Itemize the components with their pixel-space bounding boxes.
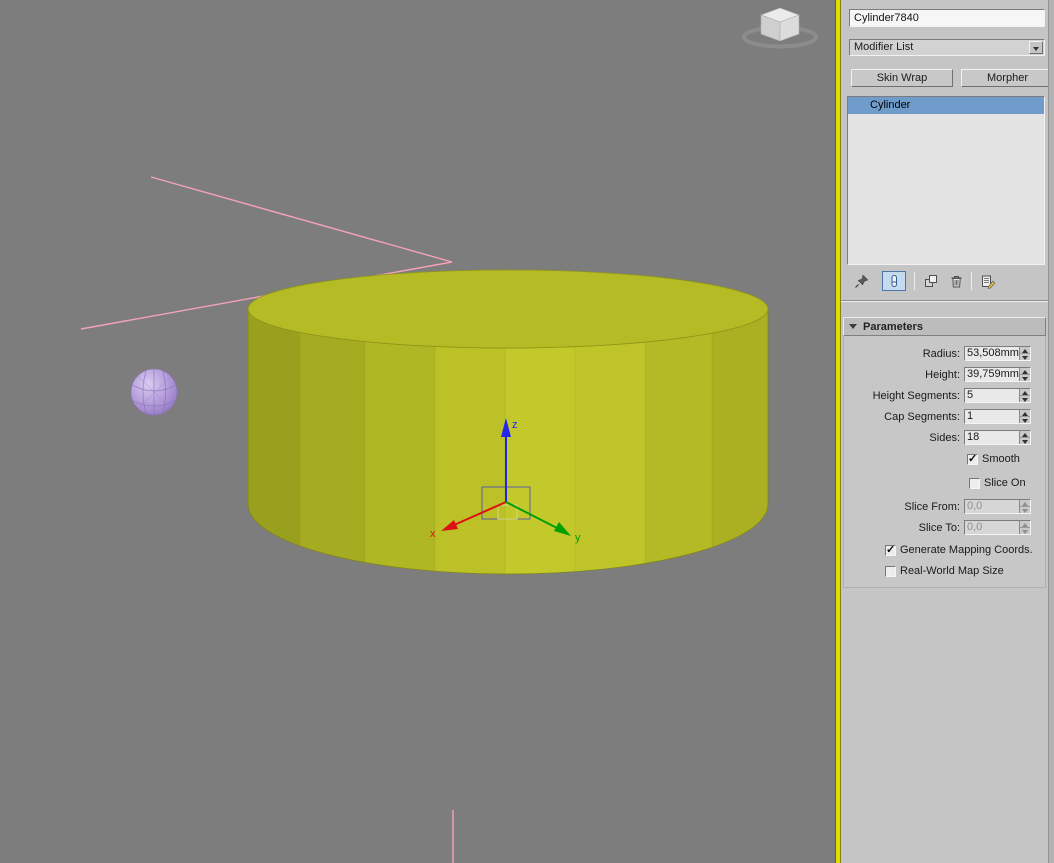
cap-segments-field[interactable]: 1 [964, 409, 1031, 424]
height-value[interactable]: 39,759mm [965, 368, 1019, 381]
slice-from-value: 0,0 [967, 500, 983, 512]
radius-value[interactable]: 53,508mm [965, 347, 1019, 360]
pin-stack-icon[interactable] [851, 271, 873, 291]
cylinder-side[interactable] [247, 308, 769, 575]
slice-on-checkbox[interactable] [969, 477, 980, 489]
slice-to-spinner [1019, 521, 1030, 534]
slice-on-label: Slice On [984, 477, 1026, 489]
param-row-slice-to: Slice To: 0,0 [843, 519, 1046, 536]
generate-mapping-row: Generate Mapping Coords. [885, 543, 1033, 556]
param-row-sides: Sides: 18 [843, 429, 1046, 446]
param-row-height-segments: Height Segments: 5 [843, 387, 1046, 404]
modifier-stack-list[interactable]: Cylinder [847, 96, 1045, 265]
generate-mapping-label: Generate Mapping Coords. [900, 544, 1033, 556]
panel-scrollbar[interactable] [1048, 0, 1054, 863]
real-world-checkbox[interactable] [885, 565, 896, 577]
application-window: z x y Modifier List [0, 0, 1054, 863]
smooth-label: Smooth [982, 453, 1020, 465]
smooth-checkbox[interactable] [967, 452, 978, 465]
height-field[interactable]: 39,759mm [964, 367, 1031, 382]
remove-modifier-icon[interactable] [945, 271, 967, 291]
modifier-list-dropdown[interactable]: Modifier List [849, 39, 1045, 56]
viewport-scene: z x y [80, 7, 818, 863]
chevron-down-icon[interactable] [1029, 41, 1043, 54]
slice-to-value: 0,0 [967, 521, 983, 533]
slice-from-label: Slice From: [904, 500, 960, 513]
slice-on-row: Slice On [969, 477, 1026, 489]
sides-label: Sides: [929, 431, 960, 444]
show-end-result-icon[interactable] [882, 271, 906, 291]
smooth-row: Smooth [967, 452, 1020, 465]
radius-spinner[interactable] [1019, 347, 1030, 360]
command-panel: Modifier List Skin Wrap Morpher Cylinder [841, 0, 1054, 863]
gizmo-y-label: y [575, 532, 581, 544]
slice-to-label: Slice To: [918, 521, 960, 534]
sphere-object[interactable] [130, 368, 178, 416]
stack-item-cylinder[interactable]: Cylinder [848, 97, 1044, 114]
generate-mapping-checkbox[interactable] [885, 543, 896, 556]
cylinder-top-face[interactable] [247, 269, 769, 349]
param-row-height: Height: 39,759mm [843, 366, 1046, 383]
cylinder-object[interactable] [247, 269, 769, 575]
toolbar-divider [914, 272, 915, 290]
param-row-slice-from: Slice From: 0,0 [843, 498, 1046, 515]
slice-from-spinner [1019, 500, 1030, 513]
object-name-input[interactable] [849, 9, 1045, 27]
sides-spinner[interactable] [1019, 431, 1030, 444]
slice-from-field: 0,0 [964, 499, 1031, 514]
cap-segments-value[interactable]: 1 [965, 410, 1019, 423]
real-world-row: Real-World Map Size [885, 565, 1004, 577]
param-row-radius: Radius: 53,508mm [843, 345, 1046, 362]
param-row-cap-segments: Cap Segments: 1 [843, 408, 1046, 425]
sides-value[interactable]: 18 [965, 431, 1019, 444]
panel-divider [841, 300, 1048, 302]
height-spinner[interactable] [1019, 368, 1030, 381]
radius-field[interactable]: 53,508mm [964, 346, 1031, 361]
rollout-title: Parameters [863, 320, 923, 333]
height-segments-label: Height Segments: [872, 389, 960, 402]
height-segments-value[interactable]: 5 [965, 389, 1019, 402]
real-world-label: Real-World Map Size [900, 565, 1004, 577]
height-label: Height: [925, 368, 960, 381]
height-segments-spinner[interactable] [1019, 389, 1030, 402]
morpher-button[interactable]: Morpher [961, 69, 1054, 87]
rollout-open-arrow-icon [849, 324, 857, 329]
make-unique-icon[interactable] [920, 271, 942, 291]
viewport[interactable]: z x y [0, 0, 835, 863]
gizmo-z-label: z [512, 419, 518, 431]
gizmo-x-label: x [430, 528, 436, 540]
configure-modifier-sets-icon[interactable] [977, 271, 999, 291]
stack-toolbar [847, 268, 1045, 294]
slice-to-field: 0,0 [964, 520, 1031, 535]
parameters-rollout-header[interactable]: Parameters [843, 317, 1046, 336]
cap-segments-spinner[interactable] [1019, 410, 1030, 423]
height-segments-field[interactable]: 5 [964, 388, 1031, 403]
modifier-list-label: Modifier List [854, 41, 914, 53]
sides-field[interactable]: 18 [964, 430, 1031, 445]
cap-segments-label: Cap Segments: [884, 410, 960, 423]
toolbar-divider [971, 272, 972, 290]
viewcube[interactable] [742, 7, 818, 49]
radius-label: Radius: [922, 347, 960, 360]
skin-wrap-button[interactable]: Skin Wrap [851, 69, 953, 87]
